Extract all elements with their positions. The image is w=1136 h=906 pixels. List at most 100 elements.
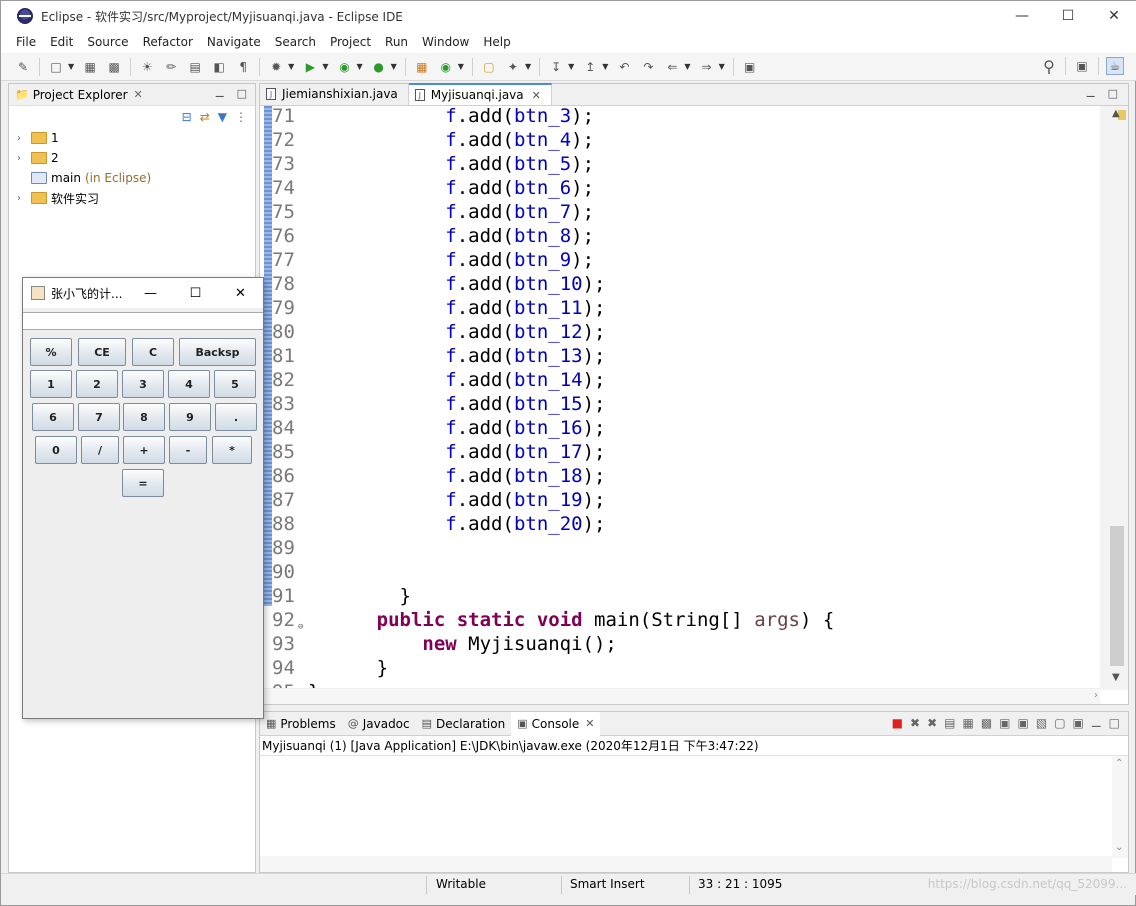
debug-icon[interactable]: ✹ bbox=[267, 58, 285, 76]
close-tab-icon[interactable]: ✕ bbox=[585, 717, 594, 730]
clear-console-icon[interactable]: ▤ bbox=[944, 716, 955, 730]
display-console-icon[interactable]: ▢ bbox=[1054, 716, 1065, 730]
open-perspective-icon[interactable]: ▣ bbox=[1073, 57, 1091, 75]
scroll-down-icon[interactable]: ⌄ bbox=[1115, 842, 1123, 853]
maximize-icon[interactable]: ☐ bbox=[1045, 1, 1091, 31]
minimize-editor-icon[interactable]: ⚊ bbox=[1086, 87, 1096, 100]
calc-button-CE[interactable]: CE bbox=[78, 338, 126, 366]
console-vertical-scrollbar[interactable]: ⌃ ⌄ bbox=[1112, 756, 1128, 858]
remove-launch-icon[interactable]: ✖ bbox=[910, 716, 920, 730]
remove-all-icon[interactable]: ✖ bbox=[927, 716, 937, 730]
maximize-view-icon[interactable]: □ bbox=[237, 87, 247, 100]
tab-declaration[interactable]: ▤ Declaration bbox=[416, 712, 512, 736]
open-console-icon[interactable]: ▣ bbox=[1073, 716, 1084, 730]
calc-button-Backsp[interactable]: Backsp bbox=[179, 338, 256, 366]
run-icon[interactable]: ▶ bbox=[301, 58, 319, 76]
editor-vertical-scrollbar[interactable]: ▲ ▼ bbox=[1100, 106, 1128, 690]
menu-window[interactable]: Window bbox=[415, 35, 476, 49]
calc-button-7[interactable]: 7 bbox=[78, 403, 120, 431]
calc-button-=[interactable]: = bbox=[122, 469, 164, 497]
close-view-icon[interactable]: ✕ bbox=[134, 88, 143, 101]
pin-icon[interactable]: ✎ bbox=[14, 58, 32, 76]
forward-icon[interactable]: ⇒ bbox=[698, 58, 716, 76]
close-tab-icon[interactable]: ✕ bbox=[532, 89, 541, 102]
expand-icon[interactable]: › bbox=[17, 153, 29, 164]
scroll-right-icon[interactable]: › bbox=[1094, 690, 1098, 701]
show-stdout-icon[interactable]: ▣ bbox=[999, 716, 1010, 730]
calc-button-/[interactable]: / bbox=[81, 436, 119, 464]
editor-horizontal-scrollbar[interactable]: › bbox=[260, 688, 1100, 704]
tab-problems[interactable]: ▦ Problems bbox=[260, 712, 342, 736]
close-icon[interactable]: ✕ bbox=[1091, 1, 1136, 31]
calc-button-8[interactable]: 8 bbox=[123, 403, 165, 431]
scroll-down-icon[interactable]: ▼ bbox=[1112, 672, 1120, 683]
calc-button-6[interactable]: 6 bbox=[32, 403, 74, 431]
tab-console[interactable]: ▣ Console ✕ bbox=[511, 711, 601, 736]
last-edit-icon[interactable]: ↶ bbox=[615, 58, 633, 76]
tree-item[interactable]: › 2 bbox=[9, 148, 255, 168]
calc-button-.[interactable]: . bbox=[215, 403, 257, 431]
word-wrap-icon[interactable]: ▩ bbox=[981, 716, 992, 730]
new-package-icon[interactable]: ▦ bbox=[413, 58, 431, 76]
tree-item[interactable]: › 1 bbox=[9, 128, 255, 148]
tab-myjisuanqi[interactable]: J Myjisuanqi.java ✕ bbox=[408, 83, 552, 105]
scroll-up-icon[interactable]: ⌃ bbox=[1115, 758, 1123, 769]
maximize-editor-icon[interactable]: □ bbox=[1108, 87, 1118, 100]
console-horizontal-scrollbar[interactable] bbox=[260, 856, 1112, 872]
maximize-console-icon[interactable]: □ bbox=[1109, 716, 1120, 730]
calc-button-3[interactable]: 3 bbox=[122, 370, 164, 398]
minimize-console-icon[interactable]: ⚊ bbox=[1091, 716, 1102, 730]
java-perspective-icon[interactable]: ☕ bbox=[1106, 57, 1124, 75]
menu-source[interactable]: Source bbox=[80, 35, 135, 49]
menu-help[interactable]: Help bbox=[476, 35, 517, 49]
calculator-display[interactable] bbox=[23, 312, 263, 330]
minimize-view-icon[interactable]: ⚊ bbox=[215, 87, 225, 100]
menu-search[interactable]: Search bbox=[268, 35, 323, 49]
calc-button-4[interactable]: 4 bbox=[168, 370, 210, 398]
calc-button-2[interactable]: 2 bbox=[76, 370, 118, 398]
save-icon[interactable]: ▦ bbox=[81, 58, 99, 76]
filter-icon[interactable]: ▼ bbox=[218, 110, 227, 124]
prev-annotation-icon[interactable]: ↥ bbox=[581, 58, 599, 76]
whitespace-icon[interactable]: ¶ bbox=[234, 58, 252, 76]
toggle-icon[interactable]: ▤ bbox=[186, 58, 204, 76]
menu-navigate[interactable]: Navigate bbox=[200, 35, 268, 49]
tree-item[interactable]: › 软件实习 bbox=[9, 188, 255, 208]
minimize-icon[interactable]: — bbox=[999, 1, 1045, 31]
expand-icon[interactable]: › bbox=[17, 193, 29, 204]
next-annotation-icon[interactable]: ↧ bbox=[547, 58, 565, 76]
view-menu-icon[interactable]: ⋮ bbox=[235, 110, 247, 124]
calc-close-icon[interactable]: ✕ bbox=[218, 278, 263, 308]
calc-button-*[interactable]: * bbox=[212, 436, 252, 464]
calc-maximize-icon[interactable]: ☐ bbox=[173, 278, 218, 308]
calc-button-0[interactable]: 0 bbox=[35, 436, 77, 464]
scroll-lock-icon[interactable]: ▦ bbox=[962, 716, 973, 730]
calc-button-%[interactable]: % bbox=[30, 338, 72, 366]
collapse-all-icon[interactable]: ⊟ bbox=[182, 110, 192, 124]
block-select-icon[interactable]: ◧ bbox=[210, 58, 228, 76]
code-text-area[interactable]: 71 f.add(btn_3); 72 f.add(btn_4); 73 f.add… bbox=[260, 106, 1100, 690]
show-stderr-icon[interactable]: ▣ bbox=[1018, 716, 1029, 730]
open-folder-icon[interactable]: ▢ bbox=[480, 58, 498, 76]
back-icon[interactable]: ⇐ bbox=[663, 58, 681, 76]
save-all-icon[interactable]: ▩ bbox=[105, 58, 123, 76]
calc-button--[interactable]: - bbox=[169, 436, 207, 464]
search-tool-icon[interactable]: ✦ bbox=[504, 58, 522, 76]
highlight-icon[interactable]: ✏ bbox=[162, 58, 180, 76]
tab-javadoc[interactable]: @ Javadoc bbox=[342, 712, 416, 736]
scroll-up-icon[interactable]: ▲ bbox=[1112, 108, 1120, 119]
tab-jiemianshixian[interactable]: J Jiemianshixian.java bbox=[260, 83, 409, 105]
calc-button-+[interactable]: + bbox=[123, 436, 165, 464]
terminate-icon[interactable]: ■ bbox=[892, 716, 903, 730]
open-type-icon[interactable]: ☀ bbox=[138, 58, 156, 76]
calc-minimize-icon[interactable]: — bbox=[128, 278, 173, 308]
calc-button-1[interactable]: 1 bbox=[30, 370, 72, 398]
new-icon[interactable]: □ bbox=[47, 58, 65, 76]
search-icon[interactable]: ⚲ bbox=[1040, 57, 1058, 76]
menu-file[interactable]: File bbox=[1, 35, 43, 49]
link-editor-icon[interactable]: ⇄ bbox=[200, 110, 210, 124]
external-tools-icon[interactable]: ● bbox=[370, 58, 388, 76]
menu-edit[interactable]: Edit bbox=[43, 35, 80, 49]
menu-project[interactable]: Project bbox=[323, 35, 378, 49]
calc-button-C[interactable]: C bbox=[132, 338, 174, 366]
